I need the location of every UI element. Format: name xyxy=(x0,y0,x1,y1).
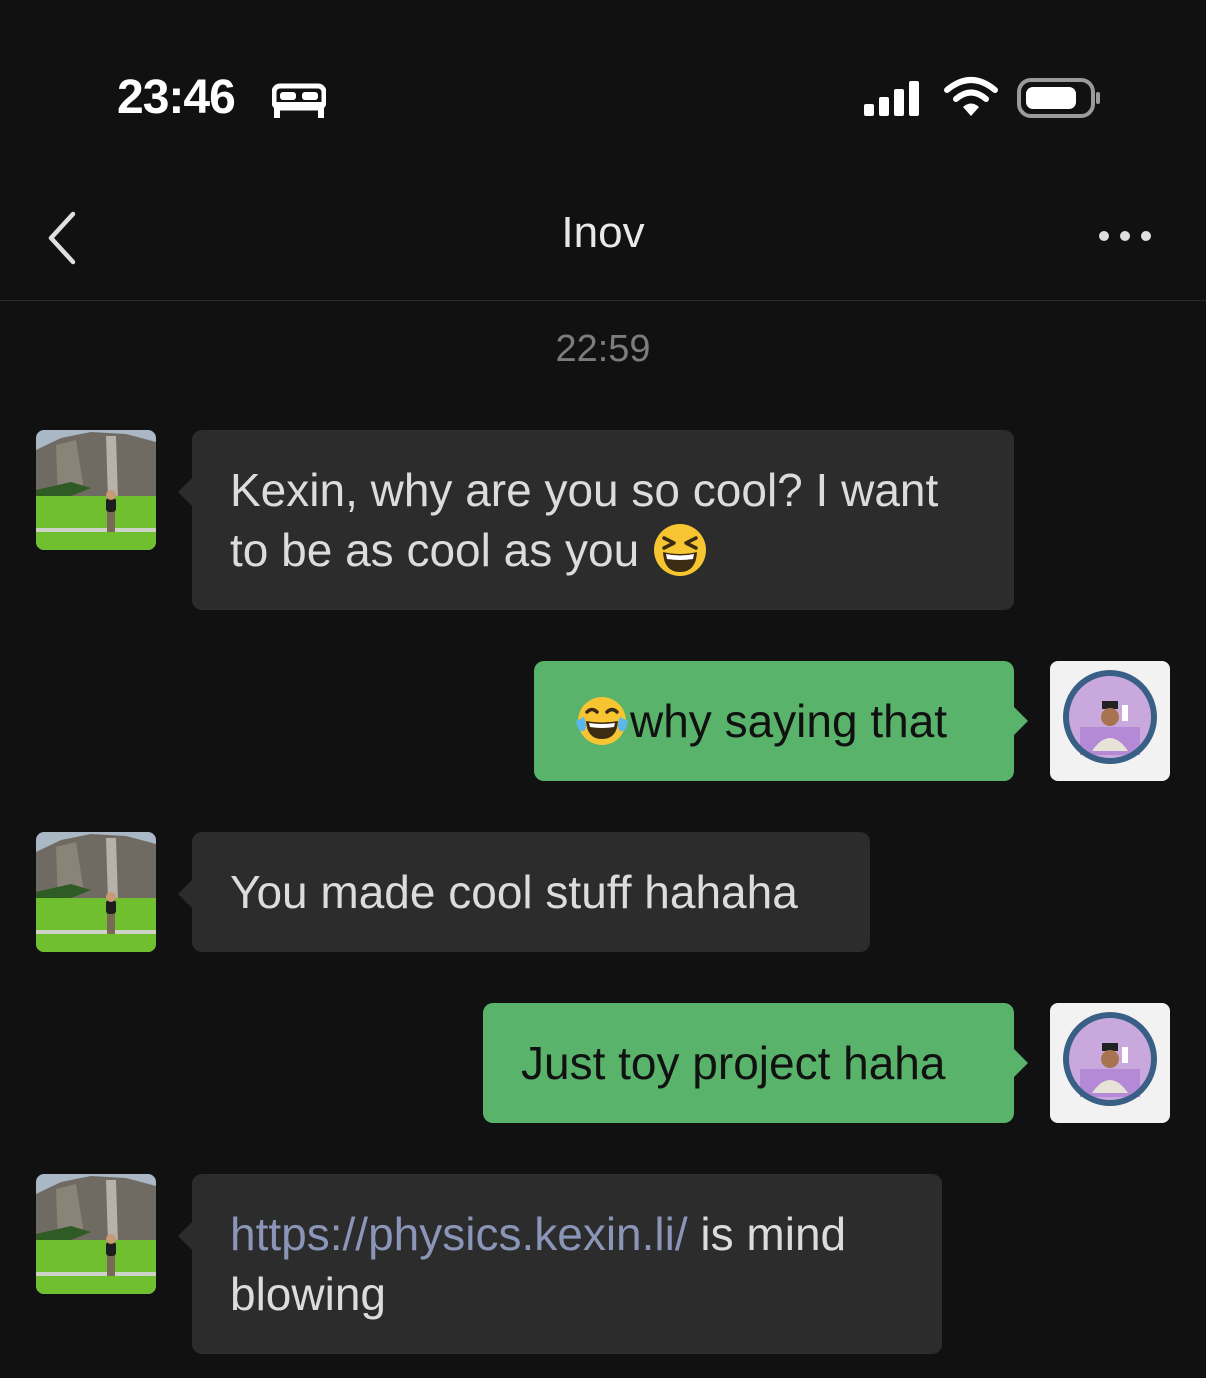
message-bubble-incoming[interactable]: Kexin, why are you so cool? I want to be… xyxy=(178,430,1014,610)
bed-icon xyxy=(271,80,327,120)
battery-icon xyxy=(1016,76,1102,120)
message-link[interactable]: https://physics.kexin.li/ xyxy=(230,1208,688,1260)
contact-avatar[interactable] xyxy=(36,430,156,550)
message-bubble-incoming[interactable]: https://physics.kexin.li/ is mind blowin… xyxy=(178,1174,942,1354)
status-time: 23:46 xyxy=(117,71,236,124)
contact-avatar[interactable] xyxy=(36,832,156,952)
message-text: Just toy project haha xyxy=(521,1037,946,1089)
chat-title: Inov xyxy=(561,208,645,257)
status-bar: 23:46 xyxy=(0,0,1206,190)
contact-avatar[interactable] xyxy=(36,1174,156,1294)
wifi-icon xyxy=(943,76,999,120)
face-with-tears-of-joy-icon xyxy=(574,693,630,749)
message-bubble-incoming[interactable]: You made cool stuff hahaha xyxy=(178,832,870,952)
grinning-squinting-face-icon xyxy=(652,522,708,578)
user-avatar[interactable] xyxy=(1050,1003,1170,1123)
message-text: why saying that xyxy=(630,695,948,747)
message-text: You made cool stuff hahaha xyxy=(230,866,798,918)
message-bubble-outgoing[interactable]: Just toy project haha xyxy=(483,1003,1028,1123)
user-avatar[interactable] xyxy=(1050,661,1170,781)
message-timestamp: 22:59 xyxy=(555,328,651,370)
message-text: Kexin, why are you so cool? I want to be… xyxy=(230,464,939,576)
cellular-signal-icon xyxy=(862,78,924,118)
navigation-bar: Inov xyxy=(0,190,1206,301)
more-dots-icon[interactable] xyxy=(1094,224,1156,248)
message-bubble-outgoing[interactable]: why saying that xyxy=(534,661,1028,781)
